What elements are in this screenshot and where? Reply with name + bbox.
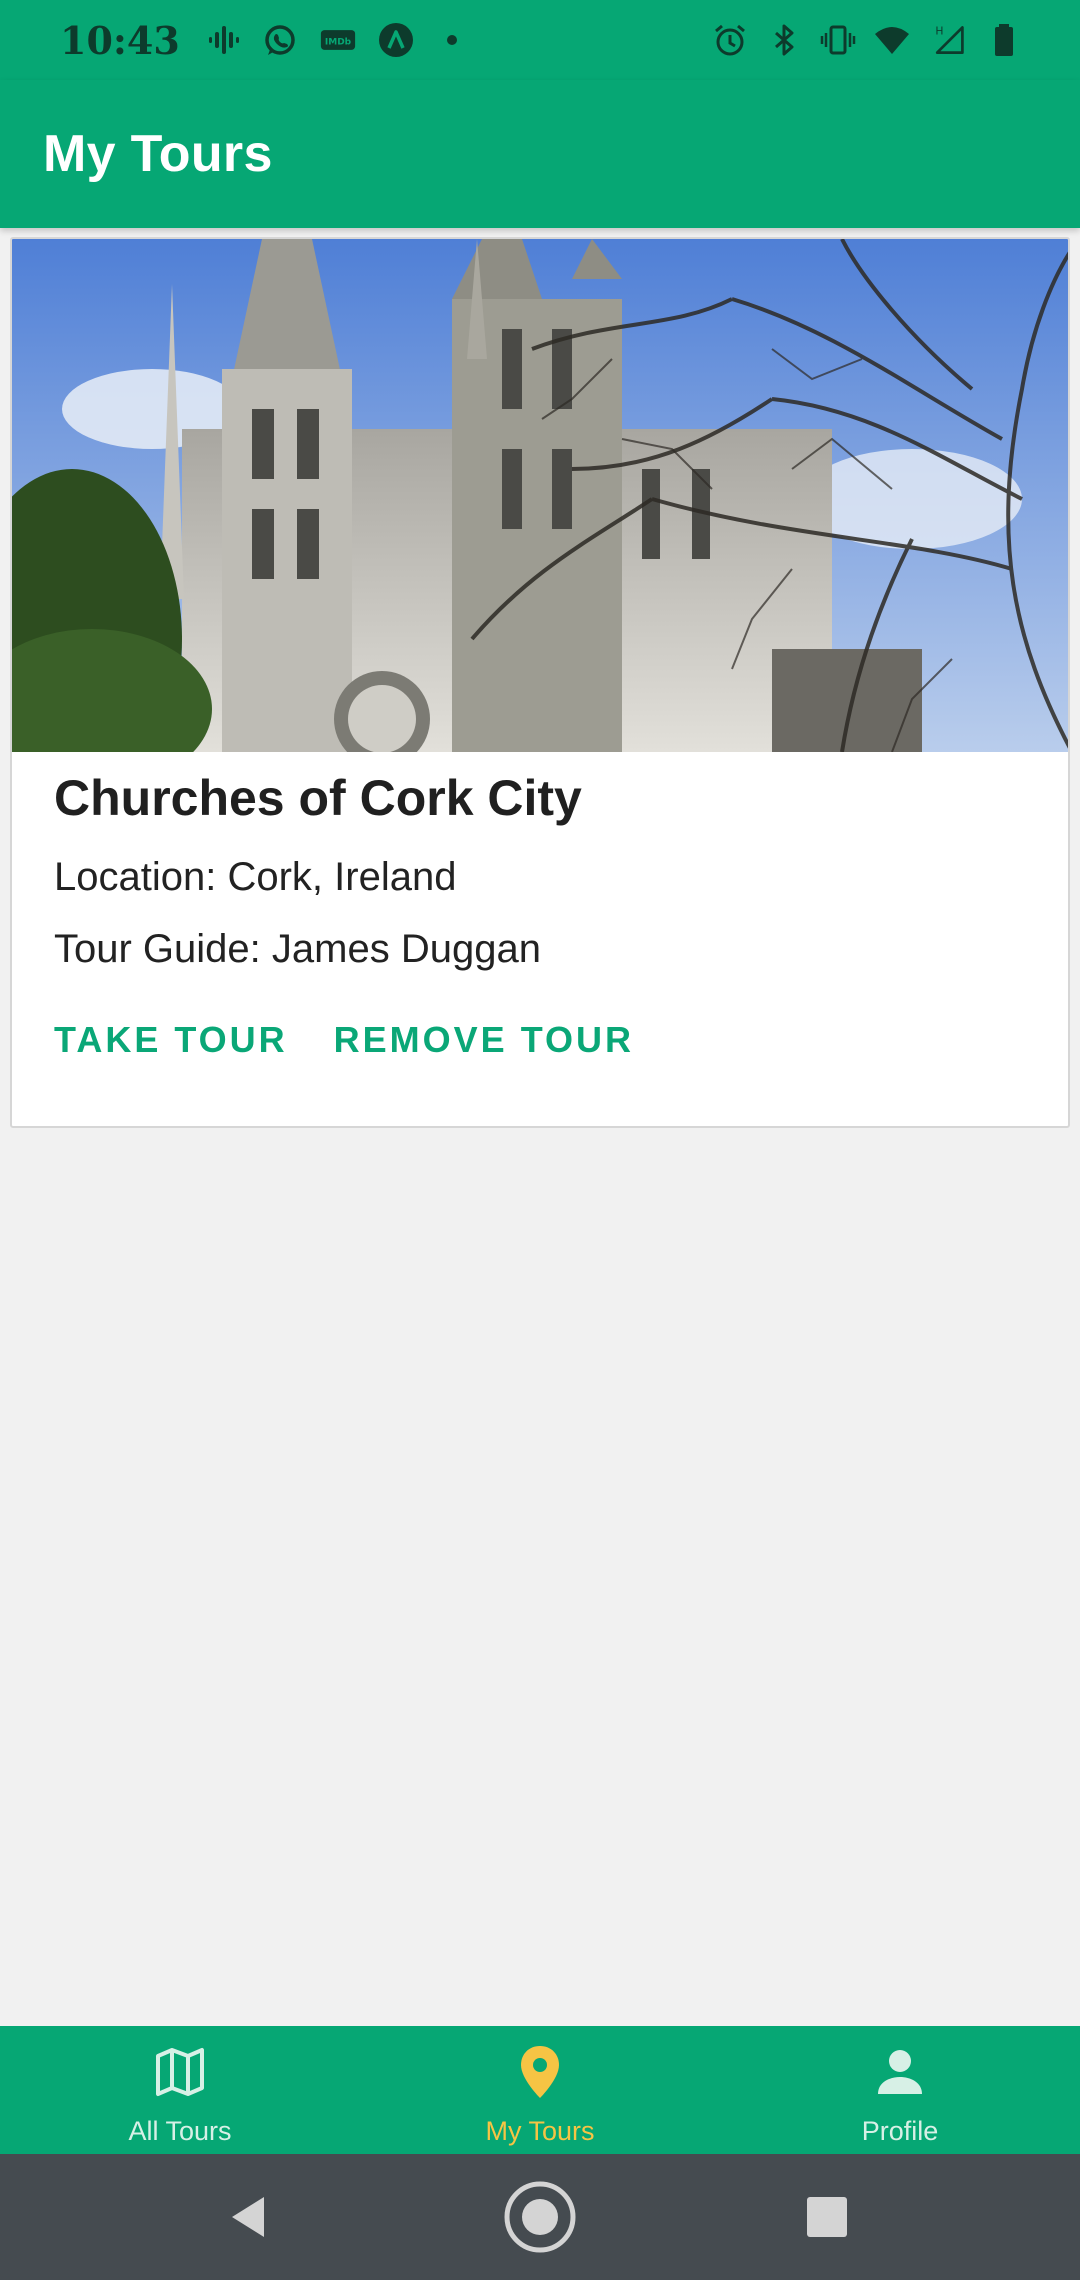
nav-item-profile[interactable]: Profile [720,2026,1080,2154]
person-icon [870,2042,930,2102]
svg-text:IMDb: IMDb [325,38,352,48]
bottom-navigation: All Tours My Tours Profile [0,2026,1080,2154]
nav-item-all-tours[interactable]: All Tours [0,2026,360,2154]
bluetooth-icon [766,22,802,58]
tour-image [12,239,1068,752]
take-tour-button[interactable]: TAKE TOUR [54,1019,288,1061]
location-pin-icon [510,2042,570,2102]
nav-label-all-tours: All Tours [128,2116,232,2146]
status-time: 10:43 [60,17,180,63]
battery-icon [986,22,1022,58]
back-icon[interactable] [220,2154,280,2280]
page-title: My Tours [43,125,273,183]
podcast-icon [206,22,242,58]
whatsapp-icon [262,22,298,58]
nav-label-profile: Profile [861,2116,939,2146]
alarm-icon [712,22,748,58]
map-icon [150,2042,210,2102]
app-a-icon [378,22,414,58]
dot-icon [434,22,470,58]
recents-icon[interactable] [800,2154,854,2280]
remove-tour-button[interactable]: REMOVE TOUR [334,1019,634,1061]
wifi-icon [874,22,910,58]
status-bar: 10:43 IMDb H [0,0,1080,80]
nav-item-my-tours[interactable]: My Tours [360,2026,720,2154]
tour-guide: Tour Guide: James Duggan [54,927,541,971]
system-status-icons: H [712,22,1022,58]
signal-icon: H [928,22,968,58]
imdb-icon: IMDb [318,22,358,58]
card-actions: TAKE TOUR REMOVE TOUR [54,1019,634,1061]
nav-label-my-tours: My Tours [485,2116,595,2146]
app-bar: My Tours [0,80,1080,228]
vibrate-icon [820,22,856,58]
notification-icons: IMDb [206,22,470,58]
tour-location: Location: Cork, Ireland [54,855,457,899]
tour-title: Churches of Cork City [54,770,582,826]
home-icon[interactable] [500,2154,580,2280]
tour-card[interactable]: Churches of Cork City Location: Cork, Ir… [10,237,1070,1128]
svg-text:H: H [935,25,943,38]
system-navigation-bar [0,2154,1080,2280]
